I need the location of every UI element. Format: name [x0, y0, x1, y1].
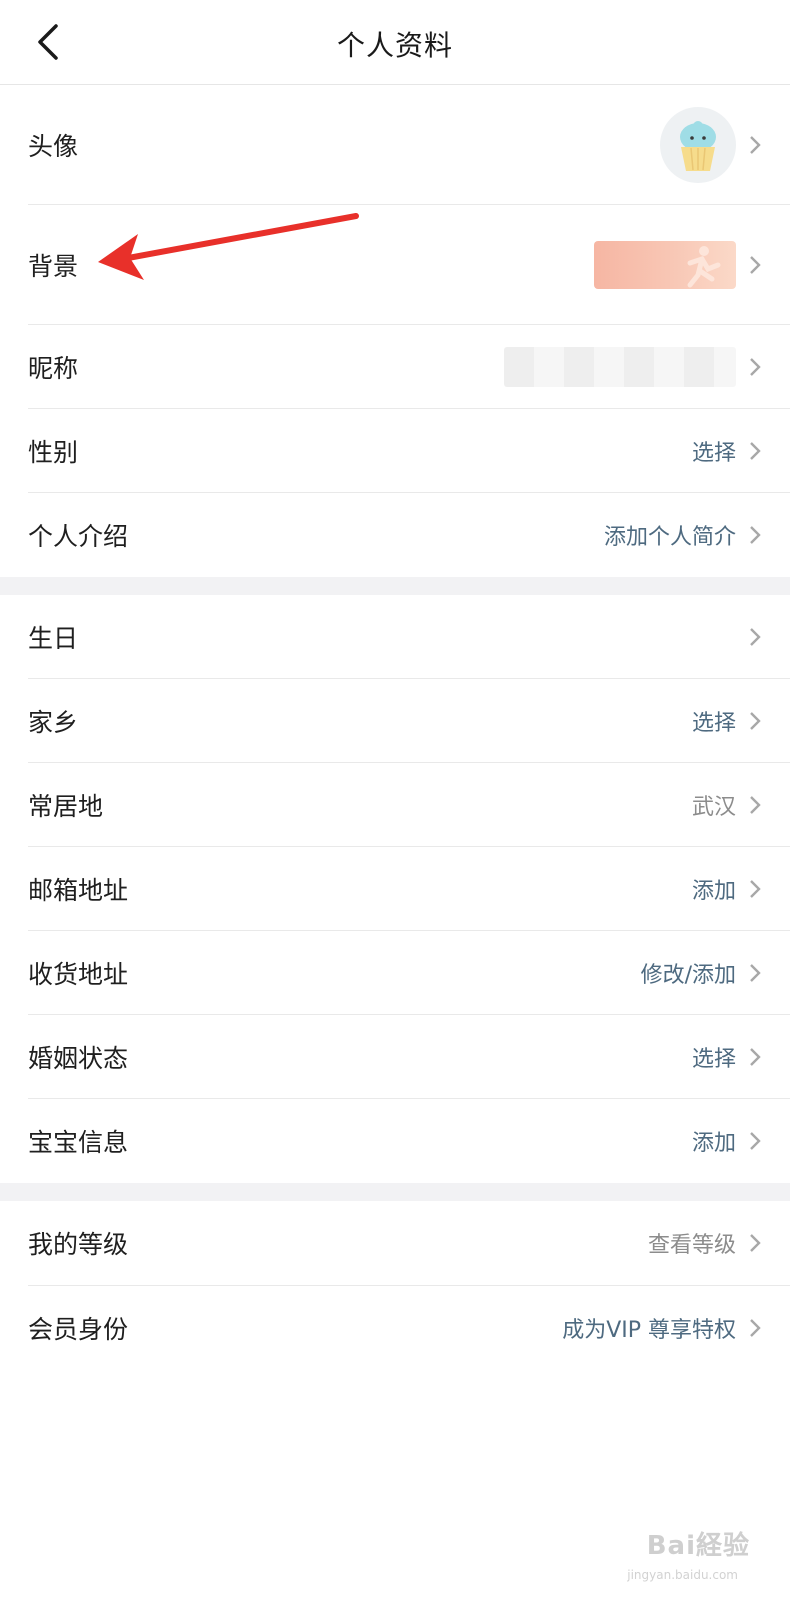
row-value: 武汉 [691, 794, 736, 820]
row-value: 成为VIP 尊享特权 [562, 1318, 736, 1343]
chevron-right-icon [750, 1234, 761, 1252]
top-bar: 个人资料 [0, 0, 790, 85]
chevron-right-icon [750, 135, 761, 154]
row-label: 会员身份 [28, 1315, 129, 1344]
row-label: 宝宝信息 [28, 1128, 129, 1157]
section-divider [0, 1183, 790, 1201]
section-divider [0, 577, 790, 595]
row-label: 家乡 [28, 707, 79, 737]
row-background[interactable]: 背景 [28, 205, 790, 325]
row-nickname[interactable]: 昵称 [28, 325, 790, 409]
row-value: 添加 [691, 1131, 736, 1156]
row-label: 常居地 [28, 791, 104, 821]
row-value: 添加个人简介 [603, 525, 736, 550]
row-label: 邮箱地址 [28, 875, 129, 905]
row-baby-info[interactable]: 宝宝信息 添加 [28, 1099, 790, 1183]
chevron-right-icon [750, 1132, 761, 1150]
row-label: 婚姻状态 [28, 1043, 129, 1073]
chevron-right-icon [750, 1047, 761, 1066]
row-value: 选择 [691, 1046, 736, 1072]
row-value: 选择 [691, 440, 736, 466]
row-birthday[interactable]: 生日 [28, 595, 790, 679]
row-value: 查看等级 [647, 1233, 736, 1258]
row-label: 昵称 [28, 353, 79, 383]
background-thumbnail [594, 240, 736, 289]
row-value: 添加 [691, 878, 736, 904]
row-avatar[interactable]: 头像 [28, 85, 790, 205]
row-label: 收货地址 [28, 959, 129, 989]
row-label: 背景 [28, 251, 79, 281]
row-value: 修改/添加 [640, 962, 736, 988]
watermark-url: jingyan.baidu.com [627, 1568, 738, 1582]
page-title: 个人资料 [336, 29, 453, 62]
row-residence[interactable]: 常居地 武汉 [28, 763, 790, 847]
row-label: 我的等级 [28, 1230, 129, 1259]
runner-icon [687, 245, 721, 287]
row-marital-status[interactable]: 婚姻状态 选择 [28, 1015, 790, 1099]
chevron-right-icon [750, 963, 761, 982]
row-shipping-address[interactable]: 收货地址 修改/添加 [28, 931, 790, 1015]
row-membership[interactable]: 会员身份 成为VIP 尊享特权 [28, 1286, 790, 1370]
row-label: 生日 [28, 623, 79, 653]
profile-details-section: 生日 家乡 选择 常居地 武汉 邮箱地址 添加 收货地址 修改/添加 婚姻状态 [0, 595, 790, 1183]
chevron-right-icon [750, 879, 761, 898]
row-my-level[interactable]: 我的等级 查看等级 [28, 1201, 790, 1286]
cupcake-icon [680, 120, 716, 171]
chevron-right-icon [750, 357, 761, 376]
chevron-right-icon [750, 795, 761, 814]
nickname-value-blurred [504, 346, 736, 387]
chevron-right-icon [750, 711, 761, 730]
row-gender[interactable]: 性别 选择 [28, 409, 790, 493]
watermark-logo: Bai経验 [646, 1531, 750, 1561]
chevron-right-icon [750, 1319, 761, 1337]
chevron-right-icon [750, 255, 761, 274]
row-label: 性别 [28, 437, 79, 467]
avatar [660, 106, 736, 183]
row-label: 个人介绍 [28, 522, 129, 551]
chevron-right-icon [750, 627, 761, 646]
chevron-right-icon [750, 526, 761, 544]
account-section: 我的等级 查看等级 会员身份 成为VIP 尊享特权 [0, 1201, 790, 1370]
row-email[interactable]: 邮箱地址 添加 [28, 847, 790, 931]
profile-basic-section: 头像 背景 昵称 性别 选择 个人介绍 添加个人简介 [0, 85, 790, 577]
chevron-right-icon [750, 441, 761, 460]
row-intro[interactable]: 个人介绍 添加个人简介 [28, 493, 790, 577]
row-hometown[interactable]: 家乡 选择 [28, 679, 790, 763]
row-value: 选择 [691, 710, 736, 736]
row-label: 头像 [28, 131, 79, 161]
